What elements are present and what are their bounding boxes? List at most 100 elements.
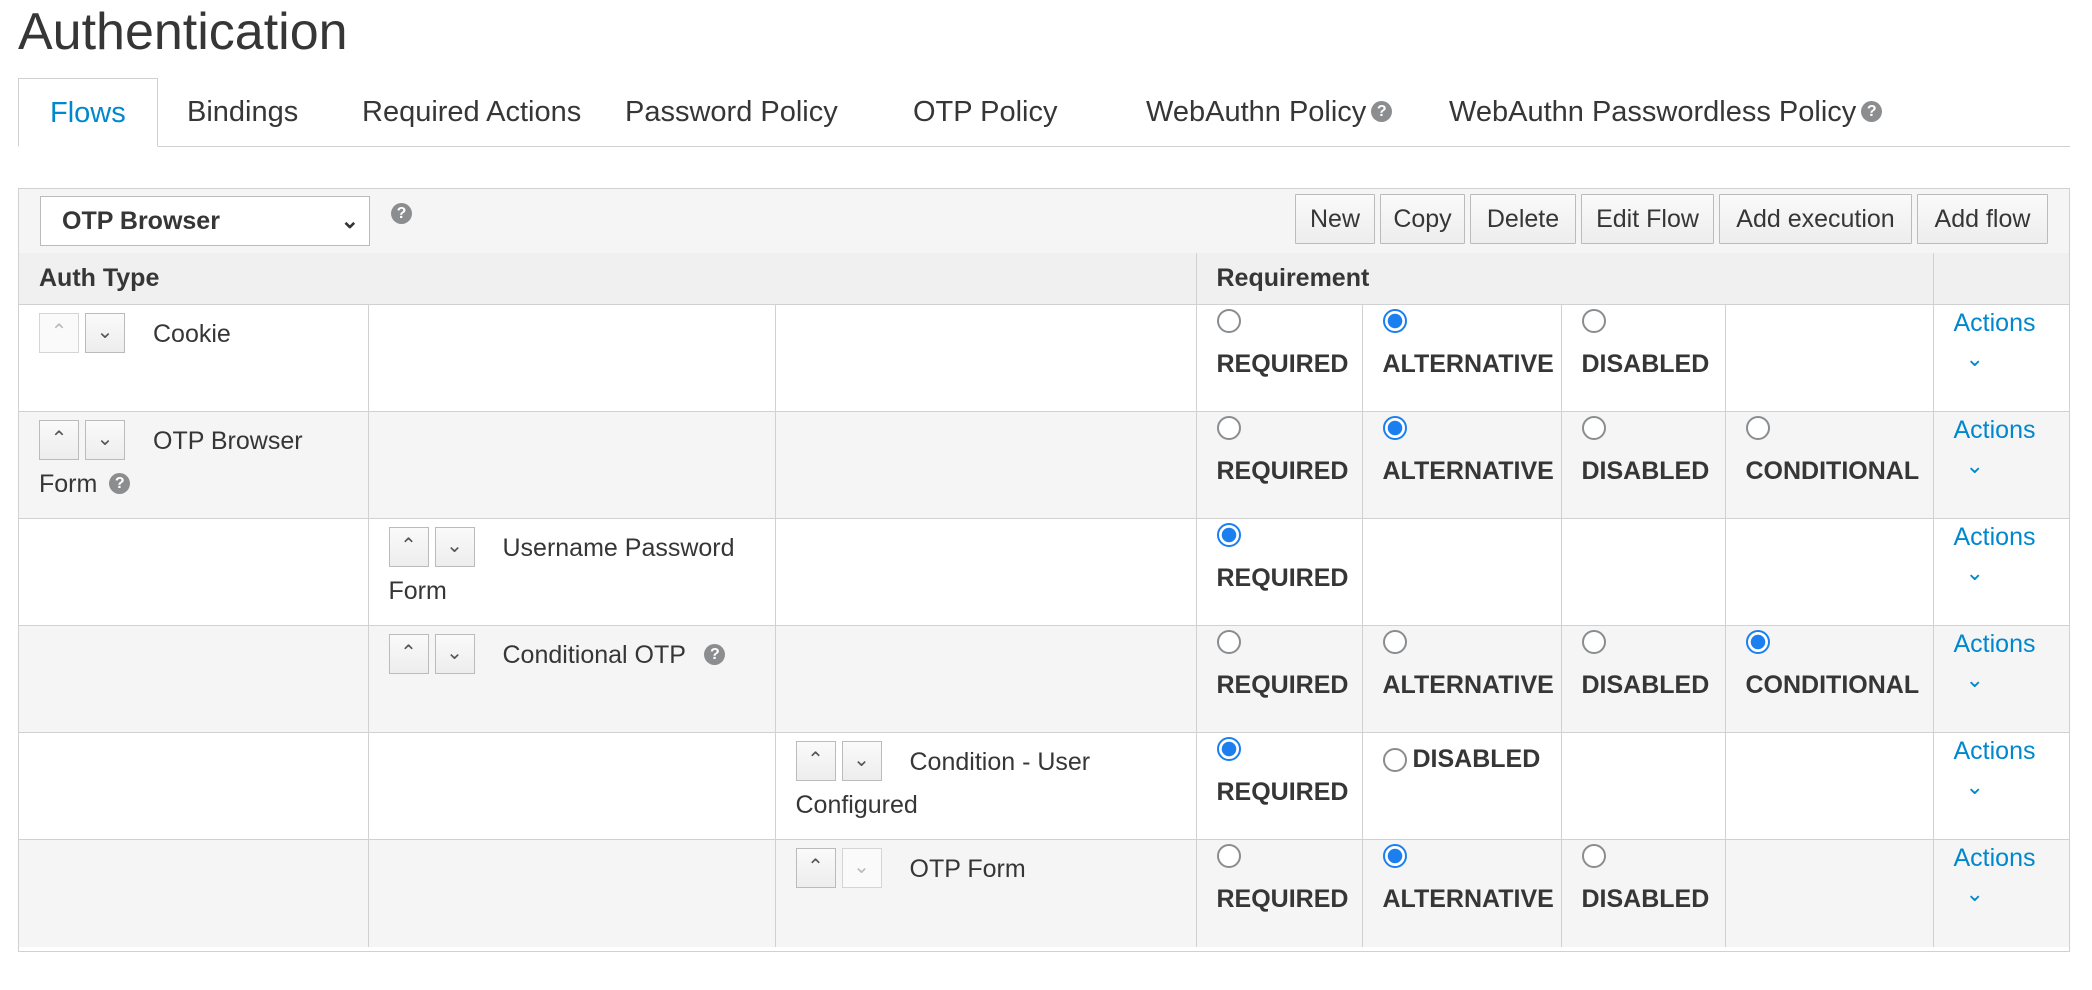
move-down-button[interactable]: ⌄ — [85, 420, 125, 461]
radio-disabled[interactable] — [1382, 747, 1407, 772]
execution-name: OTP Form — [909, 855, 1026, 883]
actions-dropdown[interactable]: Actions ⌄ — [1933, 518, 2069, 626]
tab-password-policy[interactable]: Password Policy — [594, 78, 869, 146]
name-cell: ⌃ ⌄ Cookie — [19, 304, 369, 412]
requirement-option: DISABLED — [1561, 304, 1726, 412]
requirement-option: DISABLED — [1362, 732, 1562, 840]
requirement-option: REQUIRED — [1196, 304, 1363, 412]
move-up-button[interactable]: ⌃ — [388, 634, 429, 675]
actions-header — [1933, 253, 2069, 305]
move-down-button[interactable]: ⌄ — [841, 741, 882, 782]
chevron-down-icon: ⌄ — [1965, 346, 1984, 371]
chevron-down-icon: ⌄ — [1965, 560, 1984, 585]
chevron-down-icon: ⌄ — [1965, 774, 1984, 799]
radio-required[interactable] — [1216, 416, 1241, 440]
move-down-button[interactable]: ⌄ — [85, 313, 125, 354]
requirement-option: DISABLED — [1561, 411, 1726, 519]
move-up-button[interactable]: ⌃ — [388, 527, 429, 568]
execution-name: Conditional OTP — [502, 641, 686, 669]
actions-dropdown[interactable]: Actions ⌄ — [1933, 304, 2069, 412]
tab-label: Bindings — [187, 96, 299, 128]
flow-select[interactable]: OTP Browser ⌄ — [40, 196, 370, 246]
radio-alternative[interactable] — [1382, 844, 1407, 868]
radio-disabled[interactable] — [1581, 309, 1606, 333]
radio-required[interactable] — [1216, 523, 1241, 547]
flow-toolbar: OTP Browser ⌄ ? New Copy Delete Edit Flow… — [19, 189, 2069, 254]
radio-required[interactable] — [1216, 309, 1241, 333]
table-row: ⌃ ⌄ Username Password Form REQUIRED Action… — [19, 518, 2069, 626]
actions-dropdown[interactable]: Actions ⌄ — [1933, 732, 2069, 840]
requirement-header: Requirement — [1196, 253, 1934, 305]
chevron-down-icon: ⌄ — [1965, 667, 1984, 692]
move-up-button[interactable]: ⌃ — [39, 313, 79, 354]
name-cell: ⌃ ⌄ Conditional OTP ? — [368, 625, 776, 733]
executions-table: Auth Type Requirement ⌃ ⌄ Cookie REQUIRED … — [19, 253, 2069, 947]
tab-webauthn-policy[interactable]: WebAuthn Policy? — [1115, 78, 1423, 146]
requirement-option: CONDITIONAL — [1725, 411, 1934, 519]
move-down-button[interactable]: ⌄ — [434, 634, 475, 675]
delete-button[interactable]: Delete — [1470, 194, 1576, 244]
actions-dropdown[interactable]: Actions ⌄ — [1933, 411, 2069, 519]
radio-required[interactable] — [1216, 844, 1241, 868]
requirement-option: ALTERNATIVE — [1362, 839, 1562, 947]
requirement-option: DISABLED — [1561, 625, 1726, 733]
name-cell: ⌃ ⌄ Username Password Form — [368, 518, 776, 626]
help-icon[interactable]: ? — [109, 472, 131, 494]
help-icon[interactable]: ? — [1371, 100, 1393, 122]
tab-label: Required Actions — [362, 96, 582, 128]
requirement-option: DISABLED — [1561, 839, 1726, 947]
move-up-button[interactable]: ⌃ — [39, 420, 79, 461]
table-row: ⌃ ⌄ OTP Browser Form ? REQUIRED ALTERNATIV… — [19, 411, 2069, 519]
help-icon[interactable]: ? — [1861, 100, 1883, 122]
tab-otp-policy[interactable]: OTP Policy — [882, 78, 1089, 146]
tab-label: OTP Policy — [913, 96, 1058, 128]
execution-name: Cookie — [153, 320, 231, 348]
chevron-down-icon: ⌄ — [340, 208, 359, 233]
auth-type-header: Auth Type — [19, 253, 1197, 305]
flows-panel: OTP Browser ⌄ ? New Copy Delete Edit Flow… — [18, 188, 2070, 952]
actions-dropdown[interactable]: Actions ⌄ — [1933, 625, 2069, 733]
radio-required[interactable] — [1216, 737, 1241, 761]
tab-label: WebAuthn Policy — [1146, 96, 1367, 128]
tab-label: Password Policy — [625, 96, 838, 128]
radio-alternative[interactable] — [1382, 309, 1407, 333]
name-cell: ⌃ ⌄ OTP Browser Form ? — [19, 411, 369, 519]
new-button[interactable]: New — [1295, 194, 1375, 244]
radio-disabled[interactable] — [1581, 416, 1606, 440]
tab-label: WebAuthn Passwordless Policy — [1449, 96, 1857, 128]
actions-dropdown[interactable]: Actions ⌄ — [1933, 839, 2069, 947]
execution-name: Condition - User Configured — [795, 748, 1091, 819]
radio-alternative[interactable] — [1382, 416, 1407, 440]
move-down-button[interactable]: ⌄ — [434, 527, 475, 568]
move-up-button[interactable]: ⌃ — [795, 741, 836, 782]
radio-disabled[interactable] — [1581, 630, 1606, 654]
radio-conditional[interactable] — [1745, 416, 1770, 440]
chevron-down-icon: ⌄ — [1965, 453, 1984, 478]
copy-button[interactable]: Copy — [1380, 194, 1465, 244]
edit-flow-button[interactable]: Edit Flow — [1581, 194, 1714, 244]
move-down-button[interactable]: ⌄ — [841, 848, 882, 889]
move-up-button[interactable]: ⌃ — [795, 848, 836, 889]
requirement-option: REQUIRED — [1196, 839, 1363, 947]
add-execution-button[interactable]: Add execution — [1719, 194, 1912, 244]
radio-conditional[interactable] — [1745, 630, 1770, 654]
requirement-option: ALTERNATIVE — [1362, 304, 1562, 412]
requirement-option: REQUIRED — [1196, 732, 1363, 840]
table-row: ⌃ ⌄ Condition - User Configured REQUIRED D… — [19, 732, 2069, 840]
tab-required-actions[interactable]: Required Actions — [331, 78, 612, 146]
add-flow-button[interactable]: Add flow — [1917, 194, 2048, 244]
table-row: ⌃ ⌄ Cookie REQUIRED ALTERNATIVE DISABLED A… — [19, 304, 2069, 412]
radio-alternative[interactable] — [1382, 630, 1407, 654]
help-icon[interactable]: ? — [391, 203, 412, 224]
name-cell: ⌃ ⌄ OTP Form — [775, 839, 1197, 947]
tab-flows[interactable]: Flows — [18, 78, 158, 147]
tab-webauthn-passwordless-policy[interactable]: WebAuthn Passwordless Policy? — [1418, 78, 1913, 146]
table-row: ⌃ ⌄ OTP Form REQUIRED ALTERNATIVE DISABLED… — [19, 839, 2069, 947]
requirement-option: CONDITIONAL — [1725, 625, 1934, 733]
help-icon[interactable]: ? — [704, 643, 726, 665]
flow-select-value: OTP Browser — [62, 207, 220, 235]
radio-disabled[interactable] — [1581, 844, 1606, 868]
tab-bindings[interactable]: Bindings — [156, 78, 329, 146]
page-title: Authentication — [18, 3, 348, 61]
radio-required[interactable] — [1216, 630, 1241, 654]
